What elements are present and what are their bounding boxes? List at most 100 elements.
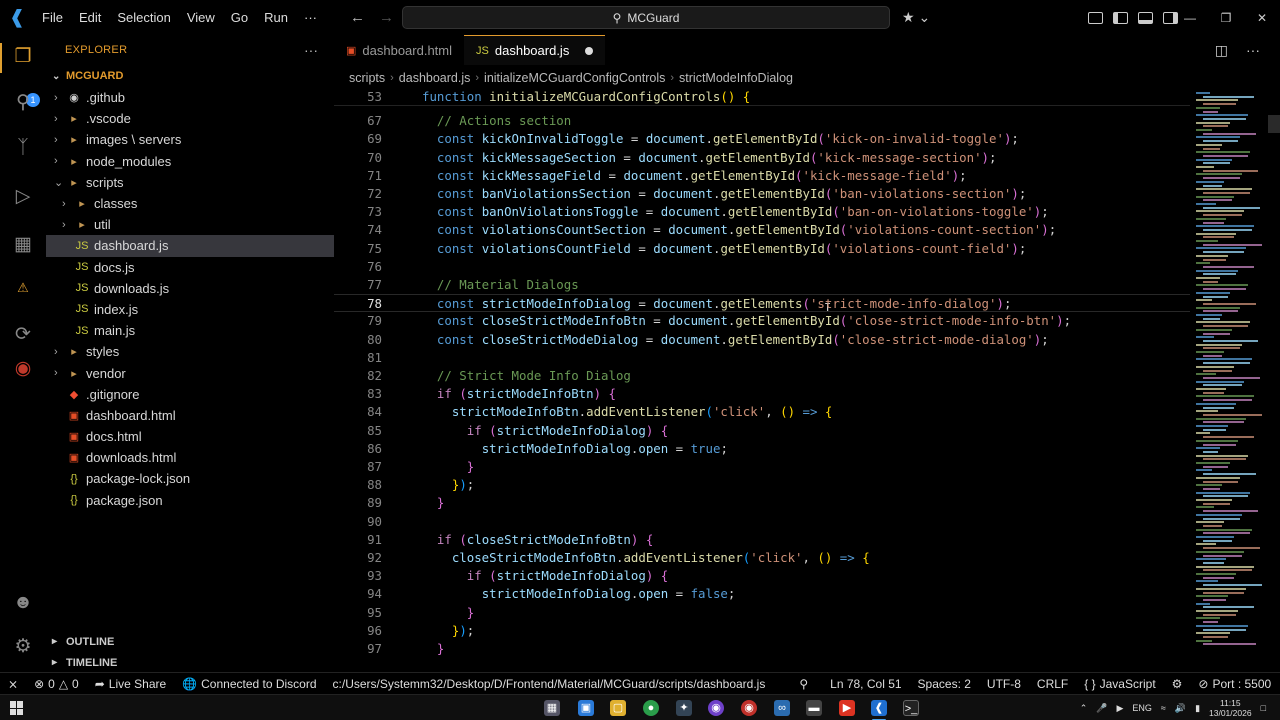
minimap[interactable]: [1190, 88, 1280, 672]
tree-item[interactable]: ▣ docs.html: [46, 426, 334, 447]
code-line[interactable]: 69 const kickOnInvalidToggle = document.…: [334, 130, 1190, 148]
timeline-section[interactable]: ▸ TIMELINE: [46, 652, 334, 673]
code-line[interactable]: 84 strictModeInfoBtn.addEventListener('c…: [334, 403, 1190, 421]
menu-item[interactable]: Run: [256, 0, 296, 35]
terminal-app-icon[interactable]: ▬: [806, 700, 822, 716]
code-line[interactable]: 77 // Material Dialogs: [334, 276, 1190, 294]
chrome-icon[interactable]: ●: [643, 700, 659, 716]
tree-item[interactable]: › ◉ .github: [46, 87, 334, 108]
tree-item[interactable]: ◆ .gitignore: [46, 384, 334, 405]
code-line[interactable]: 67 // Actions section: [334, 112, 1190, 130]
clock[interactable]: 11:15 13/01/2026: [1209, 698, 1252, 718]
tree-item[interactable]: JS docs.js: [46, 257, 334, 278]
tree-item[interactable]: › ▸ classes: [46, 193, 334, 214]
code-line[interactable]: 87 }: [334, 458, 1190, 476]
run-debug-icon[interactable]: ▷: [10, 183, 36, 209]
battery-icon[interactable]: ▮: [1195, 703, 1200, 714]
tree-item[interactable]: › ▸ images \ servers: [46, 129, 334, 150]
customize-layout-icon[interactable]: [1088, 11, 1103, 24]
extensions-icon[interactable]: ▦: [10, 231, 36, 257]
code-line[interactable]: 93 if (strictModeInfoDialog) {: [334, 567, 1190, 585]
chevron-up-icon[interactable]: ⌃: [1080, 703, 1088, 714]
split-editor-icon[interactable]: ◫: [1215, 42, 1228, 59]
code-line[interactable]: 81: [334, 349, 1190, 367]
code-line[interactable]: 94 strictModeInfoDialog.open = false;: [334, 585, 1190, 603]
tree-item[interactable]: › ▸ styles: [46, 341, 334, 362]
breadcrumb-item[interactable]: scripts: [349, 71, 385, 85]
code-line[interactable]: 78 const strictModeInfoDialog = document…: [334, 294, 1190, 313]
microphone-icon[interactable]: 🎤: [1096, 703, 1107, 714]
tree-item[interactable]: › ▸ node_modules: [46, 151, 334, 172]
back-arrow-icon[interactable]: ←: [350, 9, 365, 26]
zoom-icon[interactable]: ⚲: [791, 673, 816, 695]
outline-section[interactable]: ▸ OUTLINE: [46, 631, 334, 652]
menu-item[interactable]: Edit: [71, 0, 109, 35]
discord-status[interactable]: 🌐 Connected to Discord: [174, 673, 324, 695]
vscode-taskbar-icon[interactable]: ❰: [871, 700, 887, 716]
tree-item[interactable]: › ▸ .vscode: [46, 108, 334, 129]
code-line[interactable]: 72 const banViolationsSection = document…: [334, 185, 1190, 203]
cursor-position[interactable]: Ln 78, Col 51: [822, 673, 909, 695]
language-status[interactable]: { } JavaScript: [1076, 673, 1163, 695]
live-server-status[interactable]: ⊘ Port : 5500: [1190, 673, 1279, 695]
breadcrumb-item[interactable]: initializeMCGuardConfigControls: [484, 71, 665, 85]
eol-status[interactable]: CRLF: [1029, 673, 1076, 695]
code-line[interactable]: 82 // Strict Mode Info Dialog: [334, 367, 1190, 385]
file-path-status[interactable]: c:/Users/Systemm32/Desktop/D/Frontend/Ma…: [325, 673, 774, 695]
menu-item[interactable]: Go: [223, 0, 256, 35]
live-share-icon[interactable]: ⟳: [10, 321, 36, 347]
code-line[interactable]: 76: [334, 258, 1190, 276]
scrollbar-slider[interactable]: [1268, 115, 1280, 133]
notification-icon[interactable]: □: [1261, 703, 1266, 713]
close-icon[interactable]: ✕: [1244, 11, 1280, 25]
tree-item[interactable]: JS index.js: [46, 299, 334, 320]
code-line[interactable]: 92 closeStrictModeInfoBtn.addEventListen…: [334, 549, 1190, 567]
tree-item[interactable]: {} package-lock.json: [46, 468, 334, 489]
tree-item[interactable]: JS dashboard.js: [46, 235, 334, 257]
volume-icon[interactable]: 🔊: [1175, 703, 1186, 714]
source-control-icon[interactable]: ᛉ: [10, 135, 36, 161]
tree-item[interactable]: › ▸ util: [46, 214, 334, 235]
windows-start-icon[interactable]: [10, 701, 24, 715]
breadcrumb-item[interactable]: strictModeInfoDialog: [679, 71, 793, 85]
code-line[interactable]: 80 const closeStrictModeDialog = documen…: [334, 331, 1190, 349]
code-line[interactable]: 96 });: [334, 622, 1190, 640]
live-share-status[interactable]: ➦ Live Share: [87, 673, 174, 695]
recorder-icon[interactable]: ◉: [741, 700, 757, 716]
network-app-icon[interactable]: ∞: [774, 700, 790, 716]
copilot-agent-icon[interactable]: ◉: [10, 355, 36, 381]
cmd-icon[interactable]: >_: [903, 700, 919, 716]
lang-label[interactable]: ENG: [1132, 703, 1152, 713]
code-line[interactable]: 91 if (closeStrictModeInfoBtn) {: [334, 531, 1190, 549]
code-line[interactable]: 88 });: [334, 476, 1190, 494]
tree-item[interactable]: ⌄ ▸ scripts: [46, 172, 334, 193]
minimize-icon[interactable]: —: [1172, 11, 1208, 25]
code-line[interactable]: 85 if (strictModeInfoDialog) {: [334, 422, 1190, 440]
search-icon[interactable]: ⚲: [10, 89, 36, 115]
app-icon[interactable]: ✦: [676, 700, 692, 716]
problems-status[interactable]: ⊗ 0 △ 0: [26, 673, 87, 695]
copilot-icon[interactable]: ★ ⌄: [902, 9, 930, 26]
restore-icon[interactable]: ❐: [1208, 11, 1244, 25]
toggle-primary-sidebar-icon[interactable]: [1113, 11, 1128, 24]
code-line[interactable]: 70 const kickMessageSection = document.g…: [334, 149, 1190, 167]
code-line[interactable]: 86 strictModeInfoDialog.open = true;: [334, 440, 1190, 458]
tree-item[interactable]: › ▸ vendor: [46, 362, 334, 383]
wifi-icon[interactable]: ≈: [1161, 703, 1166, 713]
tree-item[interactable]: ▣ dashboard.html: [46, 405, 334, 426]
code-line[interactable]: 89 }: [334, 494, 1190, 512]
copilot-status-icon[interactable]: ⚙: [1164, 673, 1191, 695]
code-line[interactable]: 71 const kickMessageField = document.get…: [334, 167, 1190, 185]
workspace-root[interactable]: ⌄ MCGUARD: [46, 65, 334, 87]
tree-item[interactable]: JS main.js: [46, 320, 334, 341]
editor-tab[interactable]: ▣ dashboard.html: [334, 35, 464, 65]
tree-item[interactable]: ▣ downloads.html: [46, 447, 334, 468]
menu-item[interactable]: View: [179, 0, 223, 35]
code-editor[interactable]: I 53 function initializeMCGuardConfigCont…: [334, 88, 1190, 672]
code-line[interactable]: 74 const violationsCountSection = docume…: [334, 221, 1190, 239]
code-line[interactable]: 95 }: [334, 604, 1190, 622]
menu-item[interactable]: ···: [296, 0, 325, 35]
breadcrumb-item[interactable]: dashboard.js: [399, 71, 471, 85]
code-line[interactable]: 90: [334, 513, 1190, 531]
account-icon[interactable]: ☻: [10, 590, 36, 616]
